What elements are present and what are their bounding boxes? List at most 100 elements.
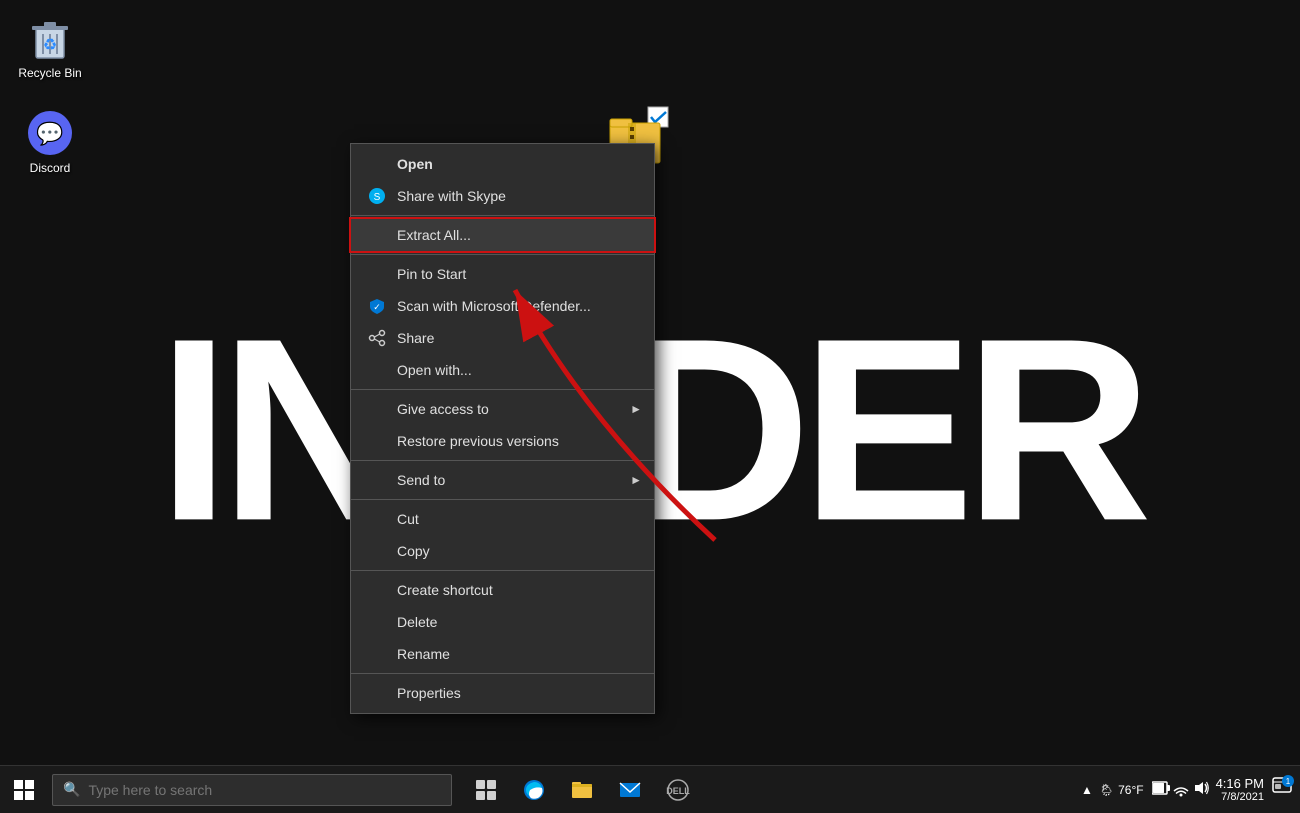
cut-icon [367,509,387,529]
open-with-icon [367,360,387,380]
taskbar-search[interactable]: 🔍 [52,774,452,806]
logo-quad-2 [25,780,34,789]
delete-icon [367,612,387,632]
volume-icon[interactable] [1192,779,1210,800]
share-icon [367,328,387,348]
system-tray: ▲ 🌦 76°F [1081,776,1300,803]
taskbar-app-icons: DELL [464,768,700,812]
clock-date: 7/8/2021 [1216,791,1264,803]
context-menu: Open S Share with Skype Extract All... P… [350,143,655,714]
menu-item-delete[interactable]: Delete [351,606,654,638]
discord-label: Discord [30,161,71,175]
svg-text:💬: 💬 [36,121,63,146]
submenu-arrow-give-access: ► [630,402,642,416]
weather-icon: 🌦 [1099,783,1114,797]
svg-text:S: S [374,192,381,203]
menu-extract-label: Extract All... [397,227,471,243]
start-button[interactable] [0,766,48,813]
restore-icon [367,431,387,451]
network-icon[interactable] [1172,779,1190,800]
volume-svg [1192,779,1210,797]
separator-3 [351,389,654,390]
give-access-icon [367,399,387,419]
menu-send-to-label: Send to [397,472,445,488]
separator-5 [351,499,654,500]
desktop-icon-discord[interactable]: 💬 Discord [10,105,90,179]
recycle-bin-icon: ♻ [26,14,74,62]
menu-rename-label: Rename [397,646,450,662]
tray-weather[interactable]: 🌦 76°F [1099,783,1144,797]
notification-badge: 1 [1282,775,1294,787]
network-svg [1172,779,1190,797]
svg-text:✓: ✓ [373,302,381,312]
notification-center-button[interactable]: 1 [1272,777,1292,802]
battery-svg [1152,781,1170,795]
menu-item-extract-all[interactable]: Extract All... [351,219,654,251]
menu-item-send-to[interactable]: Send to ► [351,464,654,496]
menu-item-copy[interactable]: Copy [351,535,654,567]
menu-item-open-with[interactable]: Open with... [351,354,654,386]
menu-item-create-shortcut[interactable]: Create shortcut [351,574,654,606]
menu-give-access-label: Give access to [397,401,489,417]
defender-icon: ✓ [367,296,387,316]
menu-item-properties[interactable]: Properties [351,677,654,709]
menu-delete-label: Delete [397,614,437,630]
dell-button[interactable]: DELL [656,768,700,812]
separator-6 [351,570,654,571]
menu-item-share[interactable]: Share [351,322,654,354]
svg-text:DELL: DELL [666,786,690,796]
mail-button[interactable] [608,768,652,812]
recycle-bin-label: Recycle Bin [18,66,81,80]
edge-button[interactable] [512,768,556,812]
rename-icon [367,644,387,664]
menu-share-label: Share [397,330,434,346]
tray-clock[interactable]: 4:16 PM 7/8/2021 [1216,776,1264,803]
separator-1 [351,215,654,216]
logo-quad-3 [14,791,23,800]
menu-pin-label: Pin to Start [397,266,466,282]
menu-item-cut[interactable]: Cut [351,503,654,535]
copy-icon [367,541,387,561]
pin-icon [367,264,387,284]
skype-icon: S [367,186,387,206]
battery-icon[interactable] [1152,781,1170,798]
separator-2 [351,254,654,255]
weather-temp: 76°F [1118,783,1143,797]
logo-quad-4 [25,791,34,800]
edge-icon [522,778,546,802]
desktop-icon-recycle-bin[interactable]: ♻ Recycle Bin [10,10,90,84]
menu-item-share-skype[interactable]: S Share with Skype [351,180,654,212]
menu-item-restore-versions[interactable]: Restore previous versions [351,425,654,457]
menu-item-scan-defender[interactable]: ✓ Scan with Microsoft Defender... [351,290,654,322]
discord-icon: 💬 [26,109,74,157]
menu-item-rename[interactable]: Rename [351,638,654,670]
menu-open-with-label: Open with... [397,362,472,378]
submenu-arrow-send-to: ► [630,473,642,487]
taskbar: 🔍 [0,765,1300,813]
svg-text:♻: ♻ [43,37,57,54]
menu-item-open[interactable]: Open [351,148,654,180]
menu-copy-label: Copy [397,543,430,559]
menu-item-pin-start[interactable]: Pin to Start [351,258,654,290]
task-view-icon [475,779,497,801]
menu-open-label: Open [397,156,433,172]
menu-create-shortcut-label: Create shortcut [397,582,493,598]
send-to-icon [367,470,387,490]
menu-cut-label: Cut [397,511,419,527]
search-input[interactable] [88,782,441,798]
file-explorer-button[interactable] [560,768,604,812]
open-icon [367,154,387,174]
separator-7 [351,673,654,674]
file-explorer-icon [570,778,594,802]
menu-properties-label: Properties [397,685,461,701]
extract-icon [367,225,387,245]
desktop: INSIDER ♻ Recycle Bin 💬 Discord [0,0,1300,813]
task-view-button[interactable] [464,768,508,812]
menu-defender-label: Scan with Microsoft Defender... [397,298,591,314]
show-hidden-icons-button[interactable]: ▲ [1081,783,1093,797]
clock-time: 4:16 PM [1216,776,1264,791]
menu-item-give-access[interactable]: Give access to ► [351,393,654,425]
properties-icon [367,683,387,703]
create-shortcut-icon [367,580,387,600]
menu-share-skype-label: Share with Skype [397,188,506,204]
